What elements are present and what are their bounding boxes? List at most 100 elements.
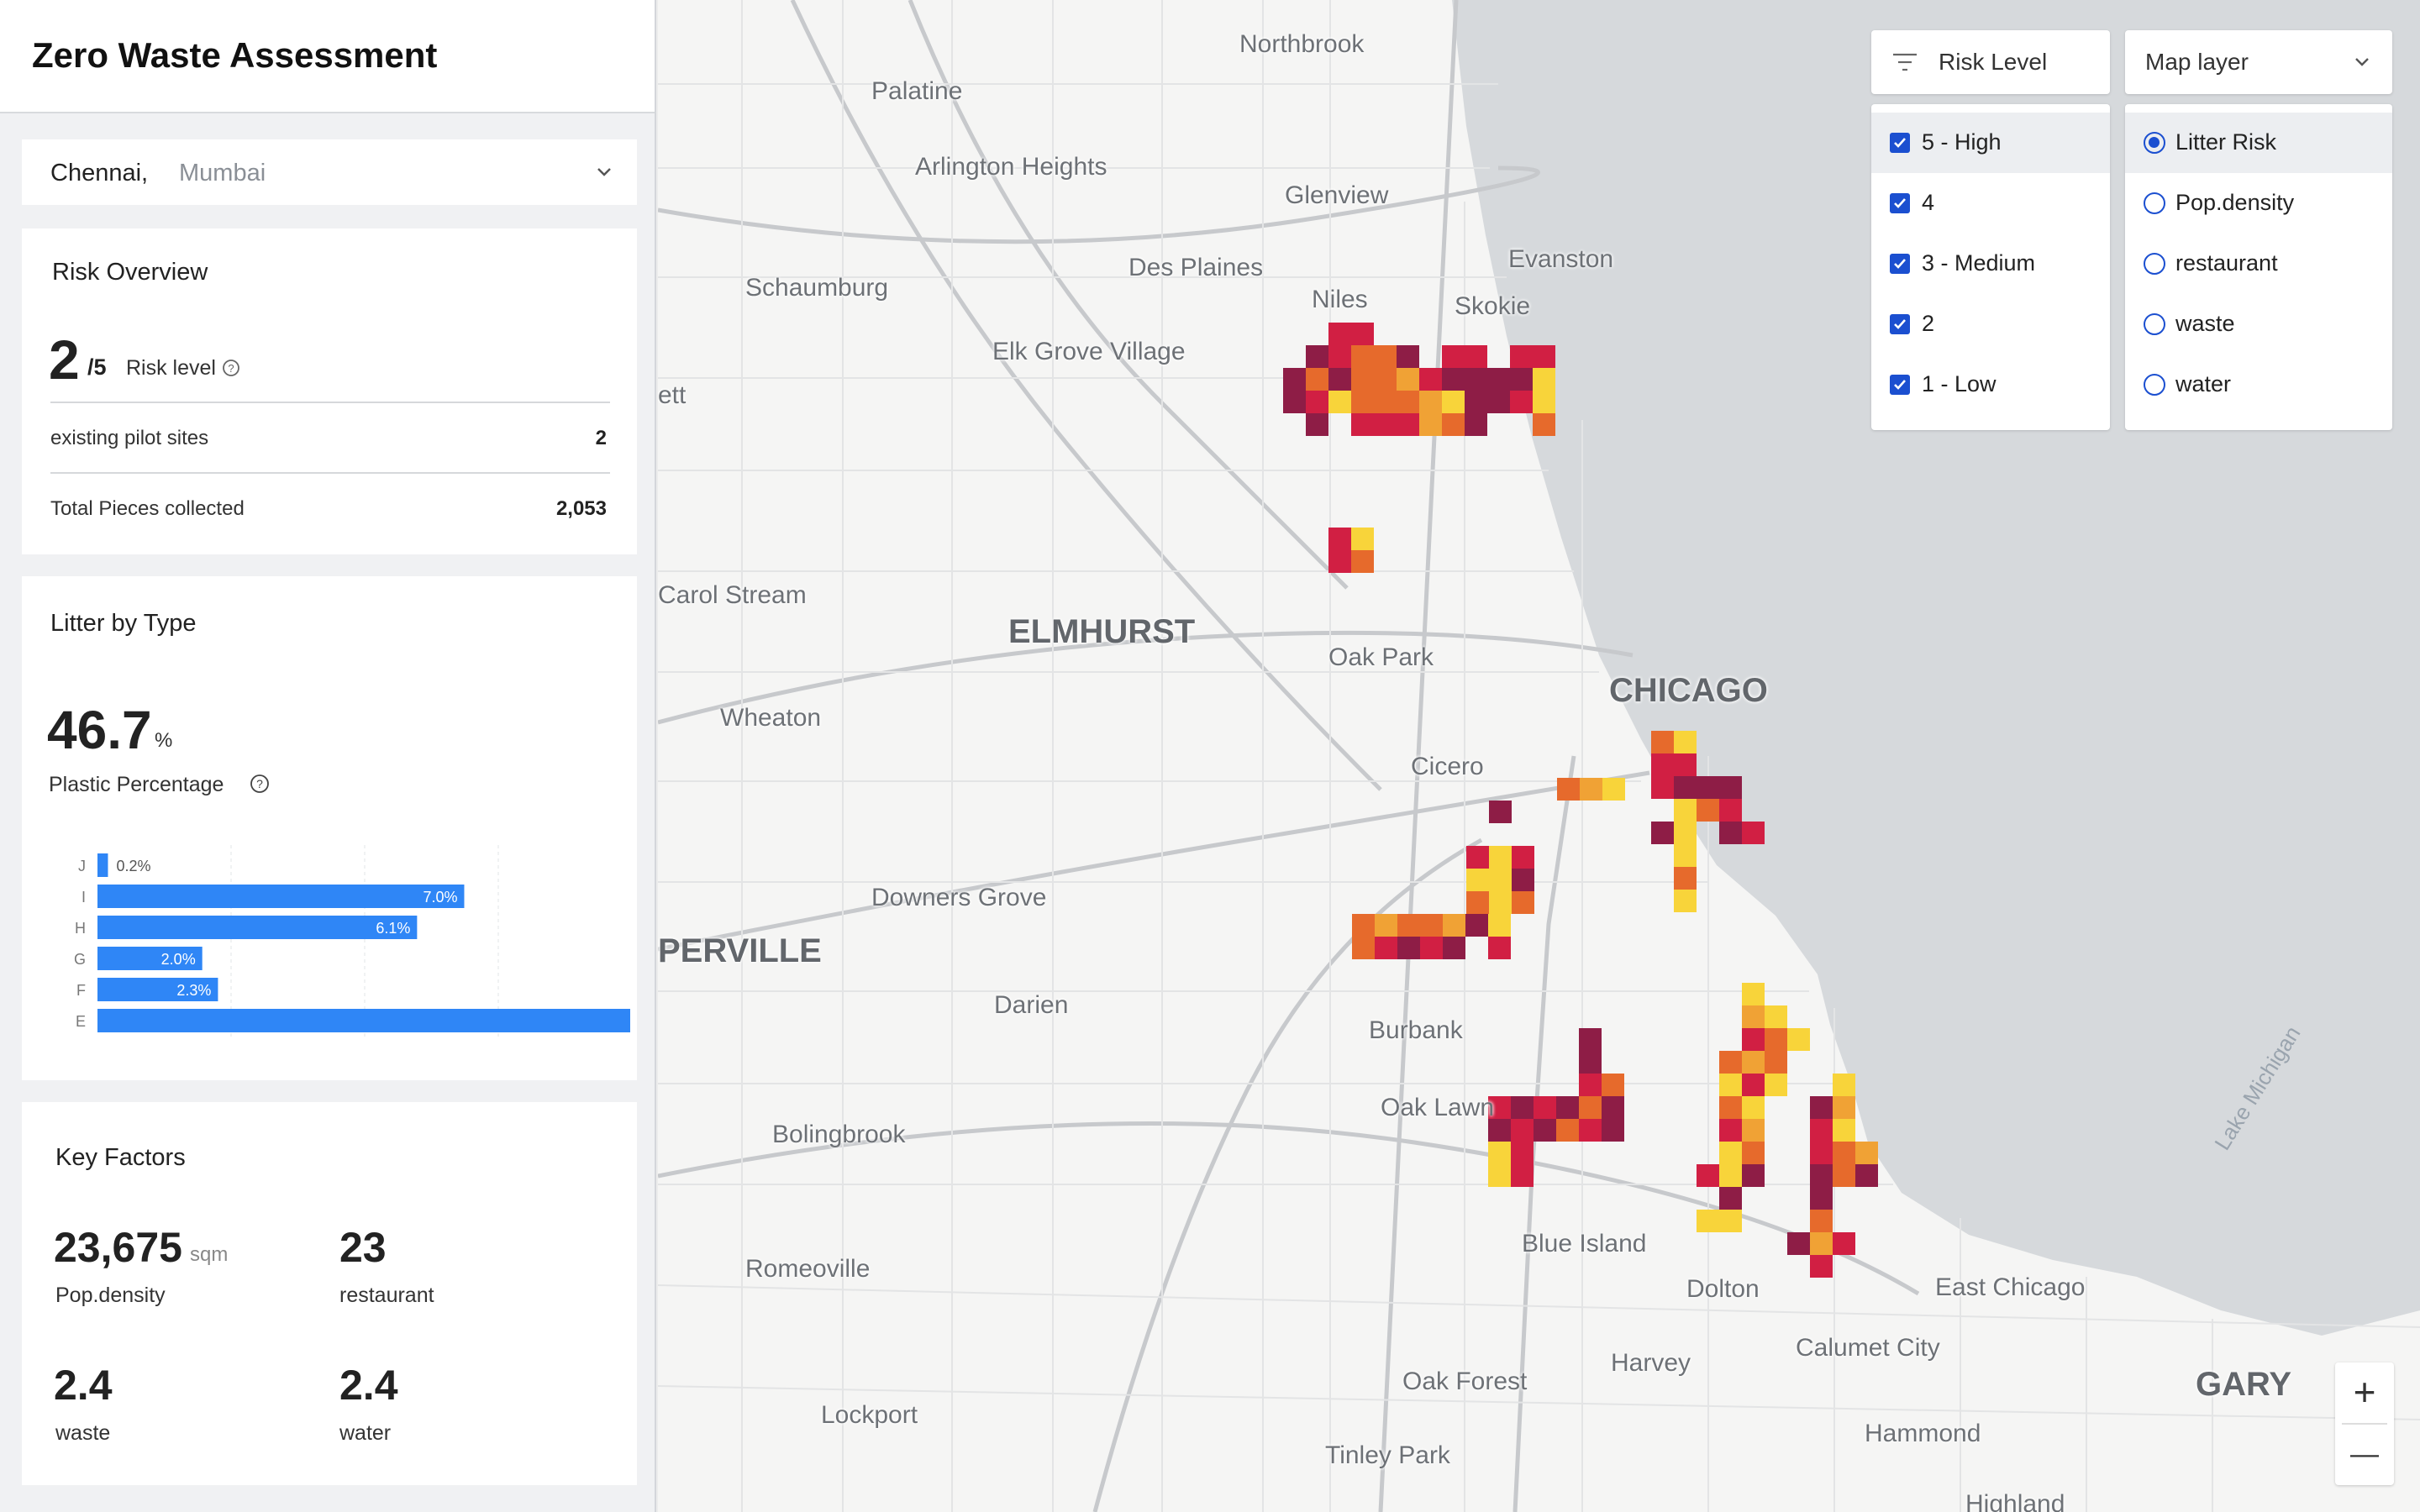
risk-cell[interactable]: [1442, 345, 1465, 368]
map-view[interactable]: Northbrook Palatine Arlington Heights Gl…: [658, 0, 2420, 1512]
risk-cell[interactable]: [1351, 550, 1374, 573]
risk-cell[interactable]: [1602, 1096, 1624, 1119]
zoom-out-button[interactable]: —: [2335, 1425, 2394, 1485]
risk-cell[interactable]: [1602, 778, 1625, 801]
risk-cell[interactable]: [1742, 1119, 1765, 1142]
risk-cell[interactable]: [1419, 413, 1442, 436]
risk-cell[interactable]: [1697, 776, 1719, 799]
risk-cell[interactable]: [1306, 413, 1328, 436]
risk-cell[interactable]: [1328, 550, 1351, 573]
risk-cell[interactable]: [1557, 778, 1580, 801]
risk-cell[interactable]: [1533, 368, 1555, 391]
risk-cell[interactable]: [1397, 368, 1419, 391]
risk-cell[interactable]: [1374, 345, 1397, 368]
risk-cell[interactable]: [1787, 1028, 1810, 1051]
risk-cell[interactable]: [1674, 844, 1697, 867]
risk-cell[interactable]: [1397, 413, 1419, 436]
risk-cell[interactable]: [1512, 846, 1534, 869]
risk-cell[interactable]: [1466, 846, 1489, 869]
risk-cell[interactable]: [1442, 368, 1465, 391]
risk-cell[interactable]: [1833, 1119, 1855, 1142]
risk-cell[interactable]: [1510, 368, 1533, 391]
city-select[interactable]: Chennai, Mumbai: [22, 139, 637, 205]
risk-cell[interactable]: [1328, 345, 1351, 368]
risk-cell[interactable]: [1742, 1051, 1765, 1074]
risk-cell[interactable]: [1442, 391, 1465, 413]
risk-cell[interactable]: [1855, 1142, 1878, 1164]
layer-option-litter-risk[interactable]: Litter Risk: [2125, 113, 2392, 173]
layer-option-water[interactable]: water: [2125, 354, 2392, 415]
risk-cell[interactable]: [1674, 753, 1697, 776]
layer-option-pop-density[interactable]: Pop.density: [2125, 173, 2392, 234]
risk-cell[interactable]: [1719, 799, 1742, 822]
risk-cell[interactable]: [1833, 1164, 1855, 1187]
risk-cell[interactable]: [1420, 937, 1443, 959]
risk-cell[interactable]: [1719, 822, 1742, 844]
risk-cell[interactable]: [1651, 776, 1674, 799]
risk-cell[interactable]: [1810, 1096, 1833, 1119]
risk-cell[interactable]: [1489, 869, 1512, 891]
risk-cell[interactable]: [1374, 368, 1397, 391]
risk-cell[interactable]: [1674, 776, 1697, 799]
map-layer-select[interactable]: Map layer: [2125, 30, 2392, 94]
risk-cell[interactable]: [1512, 869, 1534, 891]
risk-cell[interactable]: [1765, 1074, 1787, 1096]
risk-cell[interactable]: [1833, 1232, 1855, 1255]
risk-cell[interactable]: [1580, 778, 1602, 801]
risk-cell[interactable]: [1719, 1074, 1742, 1096]
risk-cell[interactable]: [1397, 391, 1419, 413]
risk-cell[interactable]: [1511, 1164, 1534, 1187]
risk-cell[interactable]: [1351, 368, 1374, 391]
risk-cell[interactable]: [1833, 1096, 1855, 1119]
risk-cell[interactable]: [1488, 1119, 1511, 1142]
risk-cell[interactable]: [1488, 937, 1511, 959]
risk-cell[interactable]: [1651, 753, 1674, 776]
risk-cell[interactable]: [1674, 731, 1697, 753]
risk-cell[interactable]: [1534, 1096, 1556, 1119]
risk-cell[interactable]: [1510, 345, 1533, 368]
risk-cell[interactable]: [1579, 1096, 1602, 1119]
zoom-in-button[interactable]: +: [2335, 1362, 2394, 1423]
risk-cell[interactable]: [1742, 1096, 1765, 1119]
risk-cell[interactable]: [1306, 345, 1328, 368]
risk-cell[interactable]: [1397, 937, 1420, 959]
risk-cell[interactable]: [1719, 1210, 1742, 1232]
risk-cell[interactable]: [1742, 983, 1765, 1005]
risk-cell[interactable]: [1556, 1119, 1579, 1142]
layer-option-waste[interactable]: waste: [2125, 294, 2392, 354]
risk-cell[interactable]: [1511, 1119, 1534, 1142]
risk-cell[interactable]: [1375, 937, 1397, 959]
risk-cell[interactable]: [1443, 937, 1465, 959]
risk-cell[interactable]: [1351, 528, 1374, 550]
risk-cell[interactable]: [1810, 1255, 1833, 1278]
risk-cell[interactable]: [1810, 1119, 1833, 1142]
risk-cell[interactable]: [1697, 799, 1719, 822]
help-icon[interactable]: ?: [220, 357, 242, 379]
risk-cell[interactable]: [1810, 1187, 1833, 1210]
risk-cell[interactable]: [1283, 391, 1306, 413]
risk-cell[interactable]: [1719, 776, 1742, 799]
risk-cell[interactable]: [1420, 914, 1443, 937]
risk-cell[interactable]: [1651, 731, 1674, 753]
risk-cell[interactable]: [1328, 323, 1351, 345]
risk-cell[interactable]: [1697, 1164, 1719, 1187]
help-icon[interactable]: ?: [249, 773, 271, 795]
risk-cell[interactable]: [1465, 914, 1488, 937]
risk-cell[interactable]: [1810, 1142, 1833, 1164]
risk-cell[interactable]: [1465, 413, 1487, 436]
risk-cell[interactable]: [1489, 801, 1512, 823]
risk-cell[interactable]: [1556, 1096, 1579, 1119]
risk-cell[interactable]: [1674, 890, 1697, 912]
risk-cell[interactable]: [1352, 937, 1375, 959]
risk-cell[interactable]: [1489, 846, 1512, 869]
risk-cell[interactable]: [1351, 323, 1374, 345]
risk-cell[interactable]: [1374, 413, 1397, 436]
risk-cell[interactable]: [1719, 1142, 1742, 1164]
risk-cell[interactable]: [1810, 1164, 1833, 1187]
risk-cell[interactable]: [1419, 368, 1442, 391]
layer-option-restaurant[interactable]: restaurant: [2125, 234, 2392, 294]
risk-cell[interactable]: [1533, 413, 1555, 436]
risk-option-2[interactable]: 2: [1871, 294, 2110, 354]
risk-cell[interactable]: [1765, 1028, 1787, 1051]
risk-cell[interactable]: [1443, 914, 1465, 937]
